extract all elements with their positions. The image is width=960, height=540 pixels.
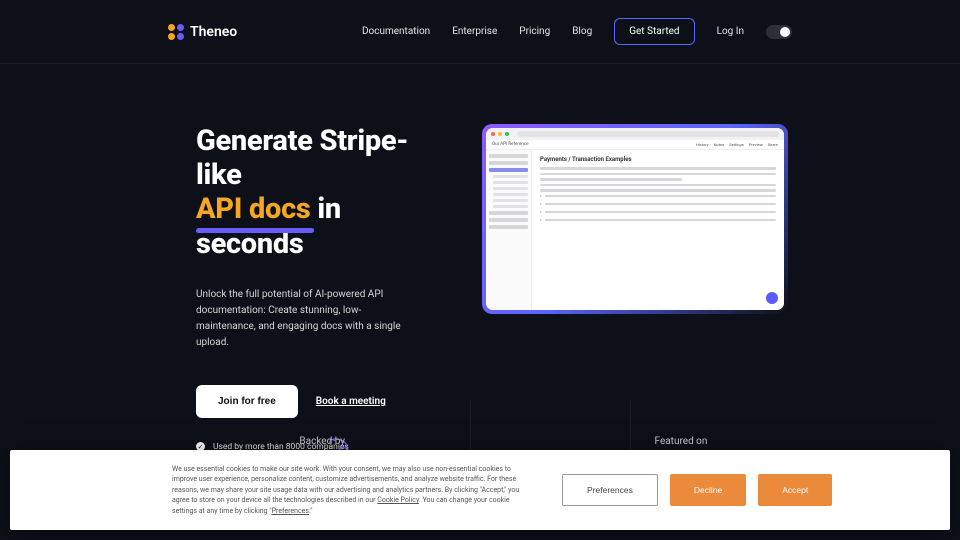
nav-enterprise[interactable]: Enterprise: [452, 26, 497, 37]
preview-topbar: Our API Reference History Notes Settings…: [486, 140, 784, 150]
cookie-policy-link[interactable]: Cookie Policy: [377, 496, 419, 504]
window-min-icon: [498, 132, 502, 136]
hero-sub: Unlock the full potential of AI-powered …: [196, 287, 416, 351]
preview-content: Payments / Transaction Examples: [532, 150, 784, 310]
backed-by-title: Backed by: [201, 436, 443, 447]
featured-on-title: Featured on: [603, 436, 759, 447]
main-nav: Documentation Enterprise Pricing Blog Ge…: [362, 18, 792, 45]
cta-row: Join for free Book a meeting: [196, 385, 446, 418]
preview-body: Payments / Transaction Examples: [486, 150, 784, 310]
chat-fab-icon: [766, 292, 778, 304]
logo-icon: [168, 24, 184, 40]
preview-tab: History: [696, 142, 709, 147]
site-header: Theneo Documentation Enterprise Pricing …: [0, 0, 960, 64]
hero-headline: Generate Stripe-like API docs in seconds: [196, 124, 446, 261]
nav-documentation[interactable]: Documentation: [362, 26, 430, 37]
cookie-preferences-link[interactable]: Preferences: [272, 507, 309, 515]
preview-tab: Share: [768, 142, 778, 147]
cookie-banner: We use essential cookies to make our sit…: [10, 450, 950, 531]
get-started-button[interactable]: Get Started: [614, 18, 694, 45]
preview-doc-title: Payments / Transaction Examples: [540, 156, 776, 163]
headline-accent: API docs: [196, 192, 310, 226]
theme-toggle[interactable]: [766, 25, 792, 39]
window-max-icon: [505, 132, 509, 136]
preview-tab: Settings: [729, 142, 744, 147]
cookie-decline-button[interactable]: Decline: [670, 474, 746, 506]
book-a-meeting-link[interactable]: Book a meeting: [316, 396, 386, 407]
nav-blog[interactable]: Blog: [572, 26, 592, 37]
product-preview: Our API Reference History Notes Settings…: [482, 124, 788, 314]
preview-sidebar: [486, 150, 532, 310]
brand-name: Theneo: [190, 24, 237, 40]
preview-topbar-title: Our API Reference: [492, 142, 529, 147]
join-for-free-button[interactable]: Join for free: [196, 385, 298, 418]
nav-pricing[interactable]: Pricing: [519, 26, 550, 37]
brand[interactable]: Theneo: [168, 24, 237, 40]
nav-login[interactable]: Log In: [717, 26, 744, 37]
cookie-buttons: Preferences Decline Accept: [562, 474, 832, 506]
preview-window: Our API Reference History Notes Settings…: [486, 128, 784, 310]
preview-tab: Preview: [749, 142, 763, 147]
hero-copy: Generate Stripe-like API docs in seconds…: [196, 124, 446, 452]
preview-tab: Notes: [714, 142, 725, 147]
browser-chrome: [486, 128, 784, 140]
cookie-text: We use essential cookies to make our sit…: [172, 464, 532, 517]
url-bar: [517, 131, 779, 137]
cookie-accept-button[interactable]: Accept: [758, 474, 832, 506]
cookie-preferences-button[interactable]: Preferences: [562, 474, 658, 506]
headline-part1: Generate Stripe-like: [196, 124, 408, 192]
hero: Generate Stripe-like API docs in seconds…: [0, 64, 960, 452]
window-close-icon: [491, 132, 495, 136]
